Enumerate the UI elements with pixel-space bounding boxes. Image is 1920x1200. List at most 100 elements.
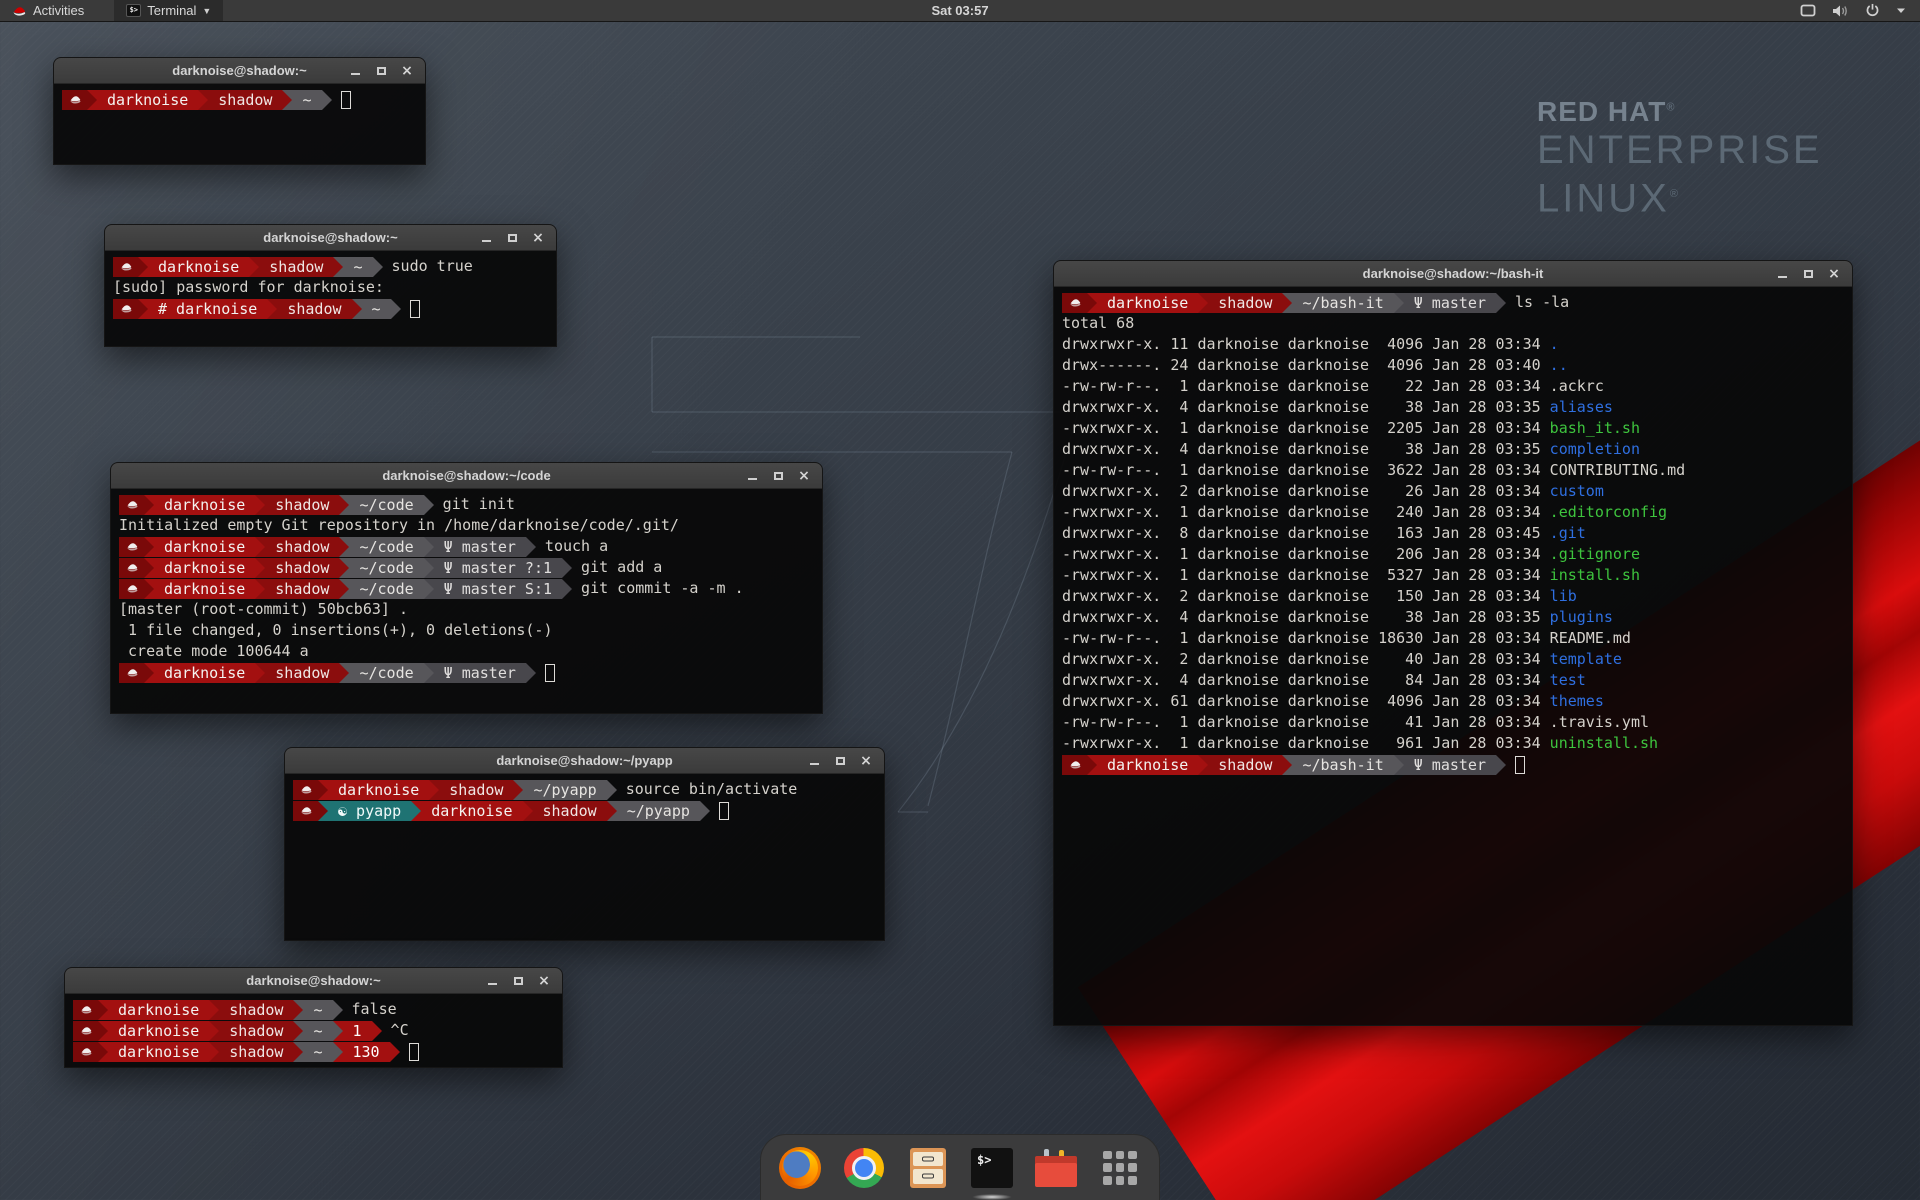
redhat-icon [119, 495, 144, 515]
terminal-output[interactable]: darknoiseshadow~ sudo true[sudo] passwor… [105, 251, 556, 346]
system-status-area[interactable] [1800, 0, 1920, 21]
minimize-button[interactable] [1774, 266, 1790, 282]
window-controls: × [484, 973, 562, 989]
segment-arrow-icon [318, 780, 328, 800]
dock-item-chrome[interactable] [843, 1146, 885, 1190]
segment-arrow-icon [333, 1021, 343, 1041]
maximize-button[interactable] [510, 973, 526, 989]
segment-arrow-icon [144, 558, 154, 578]
prompt-segment-path: ~/pyapp [617, 801, 700, 821]
app-menu-terminal[interactable]: $> Terminal ▼ [114, 0, 223, 21]
terminal-app-icon: $> [126, 4, 141, 17]
close-button[interactable]: × [530, 230, 546, 246]
dock-item-show-applications[interactable] [1099, 1146, 1141, 1190]
segment-arrow-icon [607, 780, 617, 800]
toolbox-icon [1035, 1149, 1077, 1187]
terminal-window-code: darknoise@shadow:~/code × darknoiseshado… [110, 462, 823, 714]
segment-arrow-icon [1198, 755, 1208, 775]
segment-arrow-icon [339, 558, 349, 578]
command-text: sudo true [383, 256, 473, 277]
prompt-line: darknoiseshadow~/code git init [119, 494, 814, 515]
minimize-button[interactable] [347, 63, 363, 79]
close-button[interactable]: × [796, 468, 812, 484]
file-name: test [1550, 671, 1586, 689]
window-titlebar[interactable]: darknoise@shadow:~/bash-it × [1054, 261, 1852, 287]
window-titlebar[interactable]: darknoise@shadow:~ × [54, 58, 425, 84]
top-bar-left: Activities $> Terminal ▼ [0, 0, 223, 21]
terminal-output[interactable]: darknoiseshadow~/bash-itΨ master ls -lat… [1054, 287, 1852, 1025]
prompt-line: darknoiseshadow~/codeΨ master [119, 662, 814, 683]
terminal-output[interactable]: darknoiseshadow~ [54, 84, 425, 164]
close-button[interactable]: × [536, 973, 552, 989]
clock[interactable]: Sat 03:57 [0, 3, 1920, 18]
prompt-segment-host: shadow [265, 558, 339, 578]
segment-arrow-icon [424, 579, 434, 599]
maximize-button[interactable] [504, 230, 520, 246]
minimize-button[interactable] [806, 753, 822, 769]
segment-arrow-icon [1282, 293, 1292, 313]
window-titlebar[interactable]: darknoise@shadow:~ × [65, 968, 562, 994]
prompt-segment-venv: ☯ pyapp [328, 801, 411, 821]
dock-item-terminal[interactable]: $> [971, 1146, 1013, 1190]
segment-arrow-icon [98, 1042, 108, 1062]
terminal-output[interactable]: darknoiseshadow~/code git initInitialize… [111, 489, 822, 713]
maximize-button[interactable] [832, 753, 848, 769]
prompt-segment-path: ~ [303, 1000, 332, 1020]
minimize-button[interactable] [744, 468, 760, 484]
close-button[interactable]: × [858, 753, 874, 769]
file-row-meta: -rw-rw-r--. 1 darknoise darknoise 41 Jan… [1062, 713, 1550, 731]
segment-arrow-icon [1394, 293, 1404, 313]
file-row: -rwxrwxr-x. 1 darknoise darknoise 240 Ja… [1062, 502, 1844, 523]
file-row: -rw-rw-r--. 1 darknoise darknoise 3622 J… [1062, 460, 1844, 481]
prompt-segment-exit: 130 [343, 1042, 390, 1062]
prompt-segment-host: shadow [208, 90, 282, 110]
window-titlebar[interactable]: darknoise@shadow:~/code × [111, 463, 822, 489]
prompt-line: darknoiseshadow~130 [73, 1041, 554, 1062]
terminal-output[interactable]: darknoiseshadow~ falsedarknoiseshadow~1 … [65, 994, 562, 1067]
file-name: lib [1550, 587, 1577, 605]
segment-arrow-icon [209, 1000, 219, 1020]
segment-arrow-icon [411, 801, 421, 821]
prompt-segment-user: darknoise [154, 537, 255, 557]
activities-button[interactable]: Activities [0, 0, 96, 21]
prompt-segment-user: darknoise [154, 579, 255, 599]
dock-item-toolbox[interactable] [1035, 1146, 1077, 1190]
window-controls: × [806, 753, 884, 769]
minimize-button[interactable] [484, 973, 500, 989]
segment-arrow-icon [373, 257, 383, 277]
maximize-button[interactable] [770, 468, 786, 484]
prompt-line: darknoiseshadow~1 ^C [73, 1020, 554, 1041]
window-titlebar[interactable]: darknoise@shadow:~/pyapp × [285, 748, 884, 774]
segment-arrow-icon [526, 537, 536, 557]
segment-arrow-icon [293, 1042, 303, 1062]
redhat-icon [119, 663, 144, 683]
command-text: git add a [572, 557, 662, 578]
segment-arrow-icon [267, 299, 277, 319]
prompt-line: ☯ pyappdarknoiseshadow~/pyapp [293, 800, 876, 821]
redhat-icon [293, 801, 318, 821]
segment-arrow-icon [144, 537, 154, 557]
chevron-down-icon [1896, 7, 1906, 14]
command-text: ^C [382, 1020, 409, 1041]
dock-item-files[interactable] [907, 1146, 949, 1190]
close-button[interactable]: × [1826, 266, 1842, 282]
file-row: -rwxrwxr-x. 1 darknoise darknoise 5327 J… [1062, 565, 1844, 586]
window-titlebar[interactable]: darknoise@shadow:~ × [105, 225, 556, 251]
rhel-wordmark-line3: LINUX® [1537, 172, 1823, 220]
window-title: darknoise@shadow:~/code [111, 468, 822, 483]
segment-arrow-icon [1087, 755, 1097, 775]
app-menu-label: Terminal [147, 3, 196, 18]
segment-arrow-icon [138, 299, 148, 319]
file-row: drwxrwxr-x. 4 darknoise darknoise 84 Jan… [1062, 670, 1844, 691]
terminal-output[interactable]: darknoiseshadow~/pyapp source bin/activa… [285, 774, 884, 940]
dock-item-firefox[interactable] [779, 1146, 821, 1190]
maximize-button[interactable] [373, 63, 389, 79]
minimize-button[interactable] [478, 230, 494, 246]
prompt-segment-host: shadow [219, 1021, 293, 1041]
segment-arrow-icon [138, 257, 148, 277]
file-row-meta: -rw-rw-r--. 1 darknoise darknoise 3622 J… [1062, 461, 1550, 479]
prompt-segment-path: ~/code [349, 495, 423, 515]
close-button[interactable]: × [399, 63, 415, 79]
file-name: README.md [1550, 629, 1631, 647]
maximize-button[interactable] [1800, 266, 1816, 282]
